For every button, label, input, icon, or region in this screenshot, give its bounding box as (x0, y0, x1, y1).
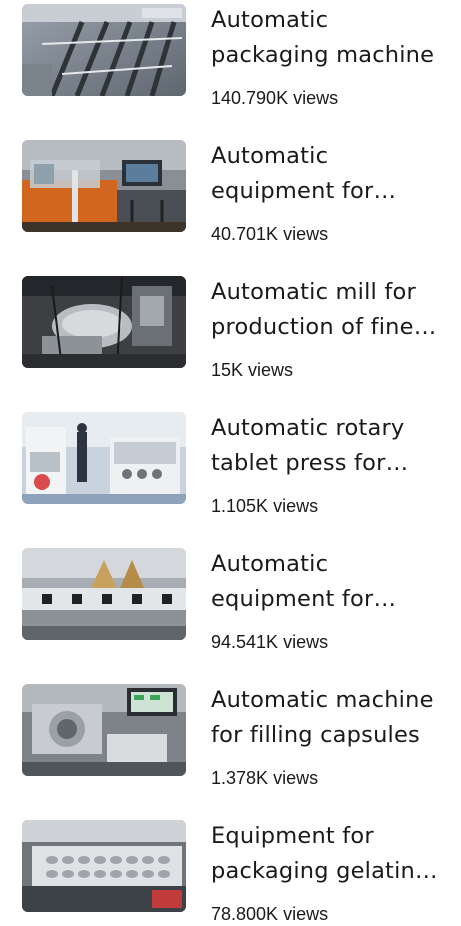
view-count: 40.701K views (211, 224, 329, 244)
video-item-6[interactable]: Automatic machine for filling capsules 1… (0, 680, 461, 788)
video-title[interactable]: Automatic machine for filling capsules (211, 683, 443, 753)
video-thumbnail[interactable] (22, 276, 186, 368)
view-count: 1.105K views (211, 496, 319, 516)
video-title[interactable]: Automatic equipment for production (211, 139, 443, 209)
video-title[interactable]: Automatic equipment for filling (211, 547, 443, 617)
video-thumbnail[interactable] (22, 4, 186, 96)
video-item-7[interactable]: Equipment for packaging gelatin capsules… (0, 816, 461, 924)
video-thumbnail[interactable] (22, 140, 186, 232)
video-title[interactable]: Automatic packaging machine (211, 3, 443, 73)
view-count: 140.790K views (211, 88, 339, 108)
view-count: 15K views (211, 360, 294, 380)
video-title[interactable]: Equipment for packaging gelatin capsules (211, 819, 443, 889)
video-item-3[interactable]: Automatic mill for production of fine po… (0, 272, 461, 380)
video-thumbnail[interactable] (22, 684, 186, 776)
video-title[interactable]: Automatic mill for production of fine po… (211, 275, 443, 345)
video-list: Automatic packaging machine 140.790K vie… (0, 0, 461, 925)
video-thumbnail[interactable] (22, 820, 186, 912)
view-count: 1.378K views (211, 768, 319, 788)
video-title[interactable]: Automatic rotary tablet press for produc… (211, 411, 443, 481)
video-item-5[interactable]: Automatic equipment for filling 94.541K … (0, 544, 461, 652)
video-item-2[interactable]: Automatic equipment for production 40.70… (0, 136, 461, 244)
video-thumbnail[interactable] (22, 548, 186, 640)
video-item-4[interactable]: Automatic rotary tablet press for produc… (0, 408, 461, 516)
view-count: 78.800K views (211, 904, 329, 924)
video-thumbnail[interactable] (22, 412, 186, 504)
video-item-1[interactable]: Automatic packaging machine 140.790K vie… (0, 0, 461, 108)
view-count: 94.541K views (211, 632, 329, 652)
